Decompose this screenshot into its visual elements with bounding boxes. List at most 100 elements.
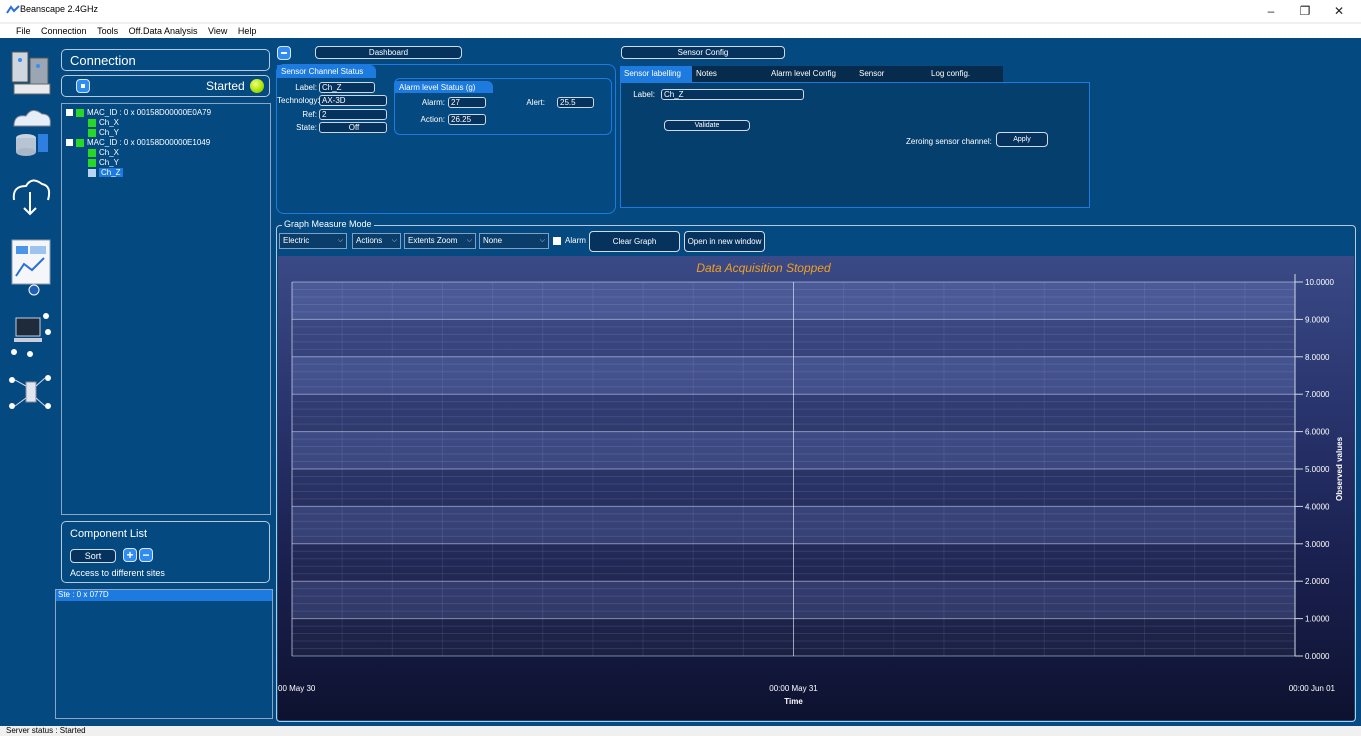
x-axis-label: Time — [784, 697, 803, 706]
network-nodes-icon[interactable] — [6, 372, 54, 412]
x-tick-label: 00:00 May 31 — [769, 684, 818, 693]
minimize-button[interactable]: – — [1256, 2, 1286, 20]
y-tick-label: 0.0000 — [1305, 652, 1330, 661]
add-site-button[interactable]: + — [123, 548, 137, 562]
close-button[interactable]: ✕ — [1324, 2, 1354, 20]
restore-button[interactable]: ❐ — [1290, 2, 1320, 20]
site-list-item[interactable]: Ste : 0 x 077D — [56, 590, 272, 601]
alert-caption: Alert: — [526, 98, 545, 107]
sort-button[interactable]: Sort — [70, 549, 116, 563]
zoom-combo-value: Extents Zoom — [408, 236, 458, 245]
device-tree: MAC_ID : 0 x 00158D00000E0A79 Ch_X Ch_Y … — [61, 103, 271, 515]
app-logo-icon — [6, 5, 20, 14]
technology-caption: Technology: — [277, 96, 320, 105]
tab-sensor-labelling[interactable]: Sensor labelling — [620, 66, 692, 82]
clear-graph-button[interactable]: Clear Graph — [589, 231, 680, 252]
chart: 0.0000 1.0000 2.0000 3.0000 4.0000 5.0000 6.00… — [278, 261, 1344, 706]
tree-node-label: Ch_X — [99, 118, 120, 127]
graph-measure-title: Graph Measure Mode — [282, 219, 374, 229]
menu-tools[interactable]: Tools — [97, 26, 118, 36]
tree-node-ch-x[interactable]: Ch_X — [66, 148, 211, 158]
none-combo[interactable]: None ⌵ — [479, 233, 549, 249]
connection-title: Connection — [70, 53, 136, 68]
connection-header: Connection — [61, 49, 270, 71]
tree-node-label: Ch_X — [99, 148, 120, 157]
measure-combo-value: Electric — [283, 236, 310, 245]
alert-value: 25.5 — [557, 97, 594, 108]
network-computer-icon[interactable] — [8, 308, 54, 360]
alarm-value: 27 — [448, 97, 486, 108]
window-title: Beanscape 2.4GHz — [20, 4, 99, 14]
stop-connection-button[interactable] — [76, 79, 90, 93]
menu-file[interactable]: File — [16, 26, 31, 36]
menu-connection[interactable]: Connection — [41, 26, 87, 36]
action-caption: Action: — [420, 115, 445, 124]
tree-node-label: MAC_ID : 0 x 00158D00000E0A79 — [87, 108, 212, 117]
collapse-dashboard-button[interactable] — [277, 46, 291, 60]
remove-site-button[interactable]: − — [139, 548, 153, 562]
graph-area[interactable]: 0.0000 1.0000 2.0000 3.0000 4.0000 5.0000 6.00… — [278, 256, 1354, 720]
tree-node-ch-x[interactable]: Ch_X — [66, 118, 211, 128]
server-icon[interactable] — [8, 46, 54, 100]
access-sites-label: Access to different sites — [70, 568, 165, 578]
chevron-down-icon: ⌵ — [391, 237, 397, 244]
tab-sensor-calibration[interactable]: Sensor calibration — [855, 66, 927, 90]
validate-button[interactable]: Validate — [664, 120, 750, 131]
actions-combo[interactable]: Actions ⌵ — [352, 233, 401, 249]
y-tick-label: 7.0000 — [1305, 390, 1330, 399]
tab-notes[interactable]: Notes — [692, 66, 767, 82]
tab-alarm-level-config[interactable]: Alarm level Config — [767, 66, 855, 82]
status-bar: Server status : Started — [0, 726, 1361, 736]
chevron-down-icon: ⌵ — [539, 237, 545, 244]
tree-node-label: Ch_Y — [99, 158, 120, 167]
sensor-channel-status-tab[interactable]: Sensor Channel Status — [277, 65, 376, 78]
y-tick-label: 8.0000 — [1305, 353, 1330, 362]
sensor-config-panel: Sensor labelling Notes Alarm level Confi… — [620, 66, 1092, 208]
label-caption: Label: — [295, 83, 317, 92]
dashboard-button[interactable]: Dashboard — [315, 46, 462, 59]
ref-caption: Ref: — [302, 110, 317, 119]
cloud-database-icon[interactable] — [6, 104, 54, 160]
y-tick-label: 2.0000 — [1305, 577, 1330, 586]
tree-node-label: Ch_Y — [99, 128, 120, 137]
dashboard-icon[interactable] — [8, 236, 54, 298]
measure-combo[interactable]: Electric ⌵ — [279, 233, 347, 249]
sidebar — [4, 46, 54, 426]
menu-help[interactable]: Help — [238, 26, 257, 36]
tab-log-config[interactable]: Log config. — [927, 66, 1003, 82]
site-list: Ste : 0 x 077D — [55, 589, 273, 719]
sensor-label-input[interactable]: Ch_Z — [661, 89, 804, 100]
x-tick-label: 00 May 30 — [278, 684, 316, 693]
menu-view[interactable]: View — [208, 26, 227, 36]
actions-combo-value: Actions — [356, 236, 383, 245]
menu-offdata-analysis[interactable]: Off.Data Analysis — [129, 26, 198, 36]
alarm-level-status-box: Alarm level Status (g) Alarm: 27 Alert: … — [394, 78, 612, 135]
y-tick-label: 10.0000 — [1305, 278, 1334, 287]
open-new-window-button[interactable]: Open in new window — [684, 231, 765, 252]
tree-node-mac2[interactable]: MAC_ID : 0 x 00158D00000E1049 — [66, 138, 211, 148]
component-list-panel: Component List Sort + − Access to differ… — [61, 521, 270, 583]
alarm-checkbox[interactable] — [553, 237, 561, 245]
cloud-download-icon[interactable] — [8, 174, 54, 220]
sensor-config-button[interactable]: Sensor Config — [621, 46, 785, 59]
tree-node-ch-y[interactable]: Ch_Y — [66, 128, 211, 138]
apply-button[interactable]: Apply — [996, 132, 1048, 147]
label-value: Ch_Z — [319, 82, 375, 93]
tree-node-ch-y[interactable]: Ch_Y — [66, 158, 211, 168]
tree-node-ch-z-selected[interactable]: Ch_Z — [66, 168, 211, 178]
zeroing-label: Zeroing sensor channel: — [906, 137, 992, 146]
technology-value: AX-3D — [319, 95, 387, 106]
dashboard-panel: Sensor Channel Status Label: Ch_Z Techno… — [276, 64, 616, 214]
alarm-level-status-tab[interactable]: Alarm level Status (g) — [395, 81, 493, 93]
zoom-combo[interactable]: Extents Zoom ⌵ — [404, 233, 476, 249]
tree-node-label: MAC_ID : 0 x 00158D00000E1049 — [87, 138, 211, 147]
alarm-caption: Alarm: — [421, 98, 445, 107]
tree-node-mac1[interactable]: MAC_ID : 0 x 00158D00000E0A79 — [66, 108, 211, 118]
y-tick-label: 9.0000 — [1305, 315, 1330, 324]
state-value: Off — [319, 122, 387, 133]
alarm-checkbox-label: Alarm — [565, 236, 586, 245]
component-list-title: Component List — [70, 528, 148, 540]
ref-value: 2 — [319, 109, 387, 120]
server-status: Server status : Started — [6, 726, 86, 735]
sensor-label-caption: Label: — [633, 90, 655, 99]
